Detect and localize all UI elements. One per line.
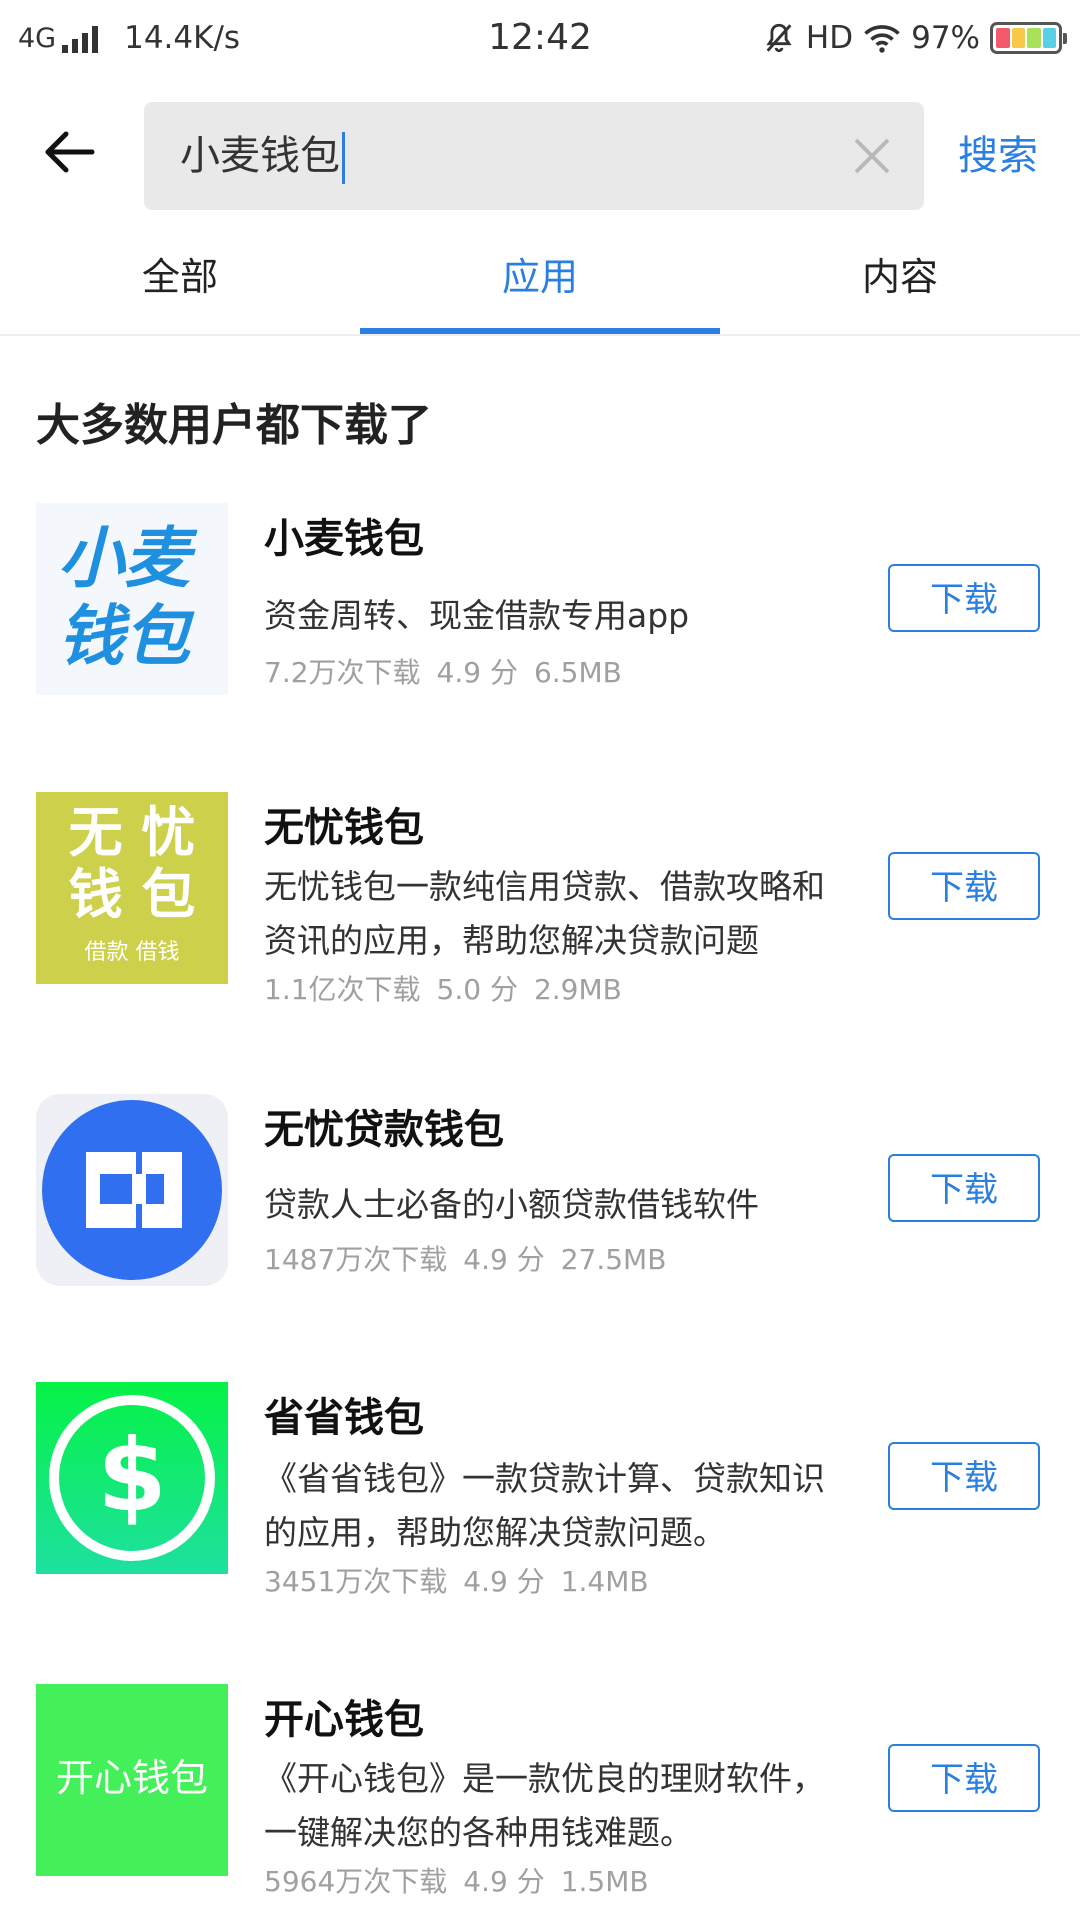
download-button[interactable]: 下载: [888, 564, 1040, 632]
download-count: 5964万次下载: [264, 1865, 448, 1898]
app-icon-wuyou: 无 忧 钱 包 借款 借钱: [36, 792, 228, 984]
download-count: 1.1亿次下载: [264, 973, 421, 1006]
app-size: 1.4MB: [560, 1565, 649, 1598]
close-icon: [854, 138, 890, 174]
app-icon-wuyou-loan: [36, 1094, 228, 1286]
search-button[interactable]: 搜索: [958, 128, 1038, 184]
download-count: 7.2万次下载: [264, 656, 421, 689]
app-size: 1.5MB: [560, 1865, 649, 1898]
app-name: 无忧钱包: [264, 805, 424, 851]
app-name: 省省钱包: [264, 1395, 424, 1441]
app-meta: 5964万次下载 4.9 分 1.5MB: [264, 1862, 665, 1902]
battery-icon: [990, 22, 1067, 54]
section-title: 大多数用户都下载了: [36, 400, 432, 451]
app-name: 无忧贷款钱包: [264, 1107, 504, 1153]
back-button[interactable]: [40, 122, 100, 182]
icon-text-line3: 借款 借钱: [84, 940, 180, 965]
tab-apps[interactable]: 应用: [360, 242, 720, 334]
download-count: 3451万次下载: [264, 1565, 448, 1598]
status-right: HD 97%: [752, 14, 1067, 62]
app-size: 27.5MB: [560, 1243, 667, 1276]
status-bar: 4G 14.4K/s 12:42 HD 97%: [0, 0, 1080, 76]
download-button[interactable]: 下载: [888, 852, 1040, 920]
rating: 4.9 分: [463, 1865, 545, 1898]
icon-text-line1: 无 忧: [68, 801, 196, 864]
search-query-wrapper: 小麦钱包: [180, 102, 345, 210]
app-meta: 7.2万次下载 4.9 分 6.5MB: [264, 653, 638, 693]
dollar-icon: $: [49, 1395, 215, 1561]
icon-text-line1: 开心钱包: [55, 1756, 208, 1800]
app-description: 《省省钱包》一款贷款计算、贷款知识的应用，帮助您解决贷款问题。: [264, 1459, 825, 1552]
app-name: 小麦钱包: [264, 516, 424, 562]
app-item[interactable]: 开心钱包 开心钱包 《开心钱包》是一款优良的理财软件，一键解决您的各种用钱难题。…: [0, 1684, 1080, 1898]
app-item[interactable]: 无 忧 钱 包 借款 借钱 无忧钱包 无忧钱包一款纯信用贷款、借款攻略和资讯的应…: [0, 792, 1080, 1006]
app-description: 贷款人士必备的小额贷款借钱软件: [264, 1185, 759, 1224]
app-item[interactable]: 无忧贷款钱包 贷款人士必备的小额贷款借钱软件 1487万次下载 4.9 分 27.5…: [0, 1094, 1080, 1294]
app-icon-kaixin: 开心钱包: [36, 1684, 228, 1876]
download-button[interactable]: 下载: [888, 1154, 1040, 1222]
app-meta: 1487万次下载 4.9 分 27.5MB: [264, 1240, 682, 1280]
svg-text:$: $: [97, 1417, 167, 1534]
battery-percent: 97%: [911, 20, 980, 56]
app-name: 开心钱包: [264, 1697, 424, 1743]
app-item[interactable]: $ 省省钱包 《省省钱包》一款贷款计算、贷款知识的应用，帮助您解决贷款问题。 3…: [0, 1382, 1080, 1598]
rating: 4.9 分: [463, 1565, 545, 1598]
hd-indicator: HD: [805, 20, 854, 56]
icon-text-line2: 钱 包: [68, 863, 196, 926]
app-logo-icon: [42, 1100, 222, 1280]
tab-all[interactable]: 全部: [0, 242, 360, 334]
app-icon-shengsheng: $: [36, 1382, 228, 1574]
rating: 4.9 分: [463, 1243, 545, 1276]
icon-text-line2: 钱包: [58, 598, 190, 675]
rating: 5.0 分: [436, 973, 518, 1006]
tab-bar: 全部 应用 内容: [0, 242, 1080, 336]
search-query: 小麦钱包: [180, 133, 340, 179]
tab-content[interactable]: 内容: [720, 242, 1080, 334]
rating: 4.9 分: [436, 656, 518, 689]
clear-button[interactable]: [850, 134, 894, 178]
text-caret: [342, 132, 345, 184]
app-description: 《开心钱包》是一款优良的理财软件，一键解决您的各种用钱难题。: [264, 1759, 825, 1852]
download-button[interactable]: 下载: [888, 1442, 1040, 1510]
mute-bell-icon: [766, 23, 792, 53]
app-icon-xiaomai: 小麦 钱包: [36, 503, 228, 695]
app-item[interactable]: 小麦 钱包 小麦钱包 资金周转、现金借款专用app 7.2万次下载 4.9 分 6.…: [0, 503, 1080, 703]
back-arrow-icon: [45, 131, 95, 173]
app-meta: 1.1亿次下载 5.0 分 2.9MB: [264, 970, 638, 1010]
download-count: 1487万次下载: [264, 1243, 448, 1276]
icon-text-line1: 小麦: [58, 520, 190, 597]
tab-indicator: [360, 328, 720, 334]
app-meta: 3451万次下载 4.9 分 1.4MB: [264, 1562, 665, 1602]
search-input[interactable]: 小麦钱包: [144, 102, 924, 210]
app-description: 资金周转、现金借款专用app: [264, 596, 690, 635]
app-description: 无忧钱包一款纯信用贷款、借款攻略和资讯的应用，帮助您解决贷款问题: [264, 867, 825, 960]
app-size: 6.5MB: [533, 656, 622, 689]
app-size: 2.9MB: [533, 973, 622, 1006]
wifi-icon: [864, 25, 900, 53]
download-button[interactable]: 下载: [888, 1744, 1040, 1812]
